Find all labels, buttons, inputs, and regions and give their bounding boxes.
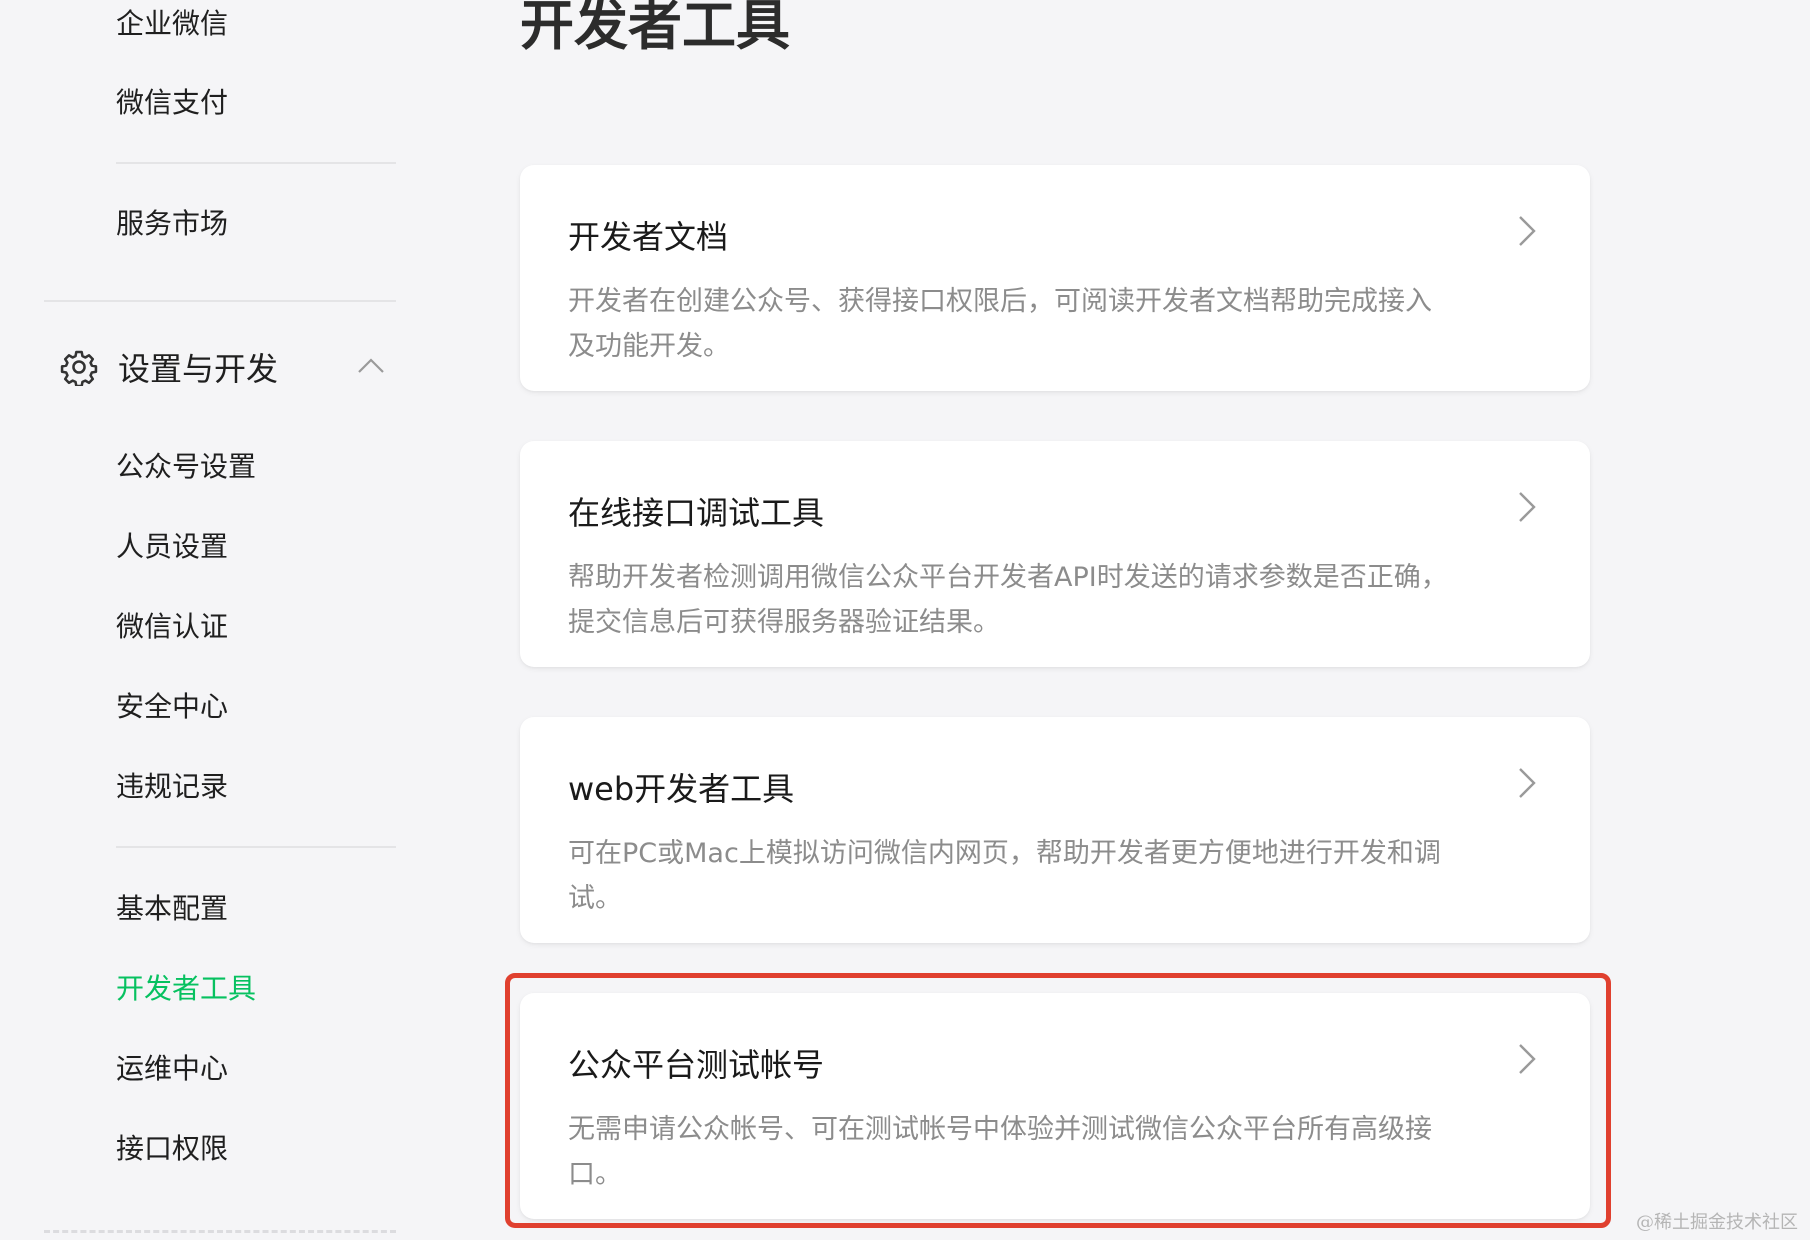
card-description: 帮助开发者检测调用微信公众平台开发者API时发送的请求参数是否正确，提交信息后可…: [568, 562, 1448, 638]
sidebar: 企业微信 微信支付 服务市场 设置与开发 公众号设置 人员设置 微信认证 安全中…: [0, 0, 400, 1240]
sidebar-divider: [44, 1230, 396, 1233]
watermark: @稀土掘金技术社区: [1636, 1212, 1798, 1233]
sidebar-item-staff-settings[interactable]: 人员设置: [116, 527, 228, 567]
card-description: 开发者在创建公众号、获得接口权限后，可阅读开发者文档帮助完成接入及功能开发。: [568, 286, 1432, 362]
gear-icon: [60, 350, 98, 386]
card-title: 开发者文档: [568, 218, 729, 256]
sidebar-item-account-settings[interactable]: 公众号设置: [116, 447, 256, 487]
sidebar-item-basic-config[interactable]: 基本配置: [116, 889, 228, 929]
chevron-right-icon: [1519, 768, 1536, 798]
chevron-up-icon: [358, 358, 384, 373]
chevron-right-icon: [1519, 492, 1536, 522]
sidebar-divider: [116, 846, 396, 848]
card-description: 无需申请公众帐号、可在测试帐号中体验并测试微信公众平台所有高级接口。: [568, 1114, 1432, 1190]
chevron-right-icon: [1519, 1044, 1536, 1074]
sidebar-item-work-wechat[interactable]: 企业微信: [116, 4, 228, 44]
sidebar-item-service-market[interactable]: 服务市场: [116, 204, 228, 244]
card-title: web开发者工具: [568, 770, 795, 808]
sidebar-item-ops-center[interactable]: 运维中心: [116, 1049, 228, 1089]
sidebar-divider: [116, 162, 396, 164]
card-api-debug-tool[interactable]: 在线接口调试工具 帮助开发者检测调用微信公众平台开发者API时发送的请求参数是否…: [520, 441, 1590, 667]
card-test-account[interactable]: 公众平台测试帐号 无需申请公众帐号、可在测试帐号中体验并测试微信公众平台所有高级…: [520, 993, 1590, 1219]
card-description: 可在PC或Mac上模拟访问微信内网页，帮助开发者更方便地进行开发和调试。: [568, 838, 1441, 914]
sidebar-item-developer-tools[interactable]: 开发者工具: [116, 969, 256, 1009]
sidebar-item-violation-records[interactable]: 违规记录: [116, 767, 228, 807]
sidebar-item-wechat-verify[interactable]: 微信认证: [116, 607, 228, 647]
chevron-right-icon: [1519, 216, 1536, 246]
card-title: 在线接口调试工具: [568, 494, 825, 532]
sidebar-section-settings-dev[interactable]: 设置与开发: [60, 342, 396, 392]
card-developer-docs[interactable]: 开发者文档 开发者在创建公众号、获得接口权限后，可阅读开发者文档帮助完成接入及功…: [520, 165, 1590, 391]
page: 企业微信 微信支付 服务市场 设置与开发 公众号设置 人员设置 微信认证 安全中…: [0, 0, 1810, 1240]
page-title: 开发者工具: [520, 0, 790, 57]
card-title: 公众平台测试帐号: [568, 1046, 825, 1084]
sidebar-item-api-permissions[interactable]: 接口权限: [116, 1129, 228, 1169]
sidebar-divider: [44, 300, 396, 302]
sidebar-section-label: 设置与开发: [118, 350, 279, 388]
sidebar-item-security-center[interactable]: 安全中心: [116, 687, 228, 727]
card-web-dev-tools[interactable]: web开发者工具 可在PC或Mac上模拟访问微信内网页，帮助开发者更方便地进行开…: [520, 717, 1590, 943]
sidebar-item-wechat-pay[interactable]: 微信支付: [116, 83, 228, 123]
